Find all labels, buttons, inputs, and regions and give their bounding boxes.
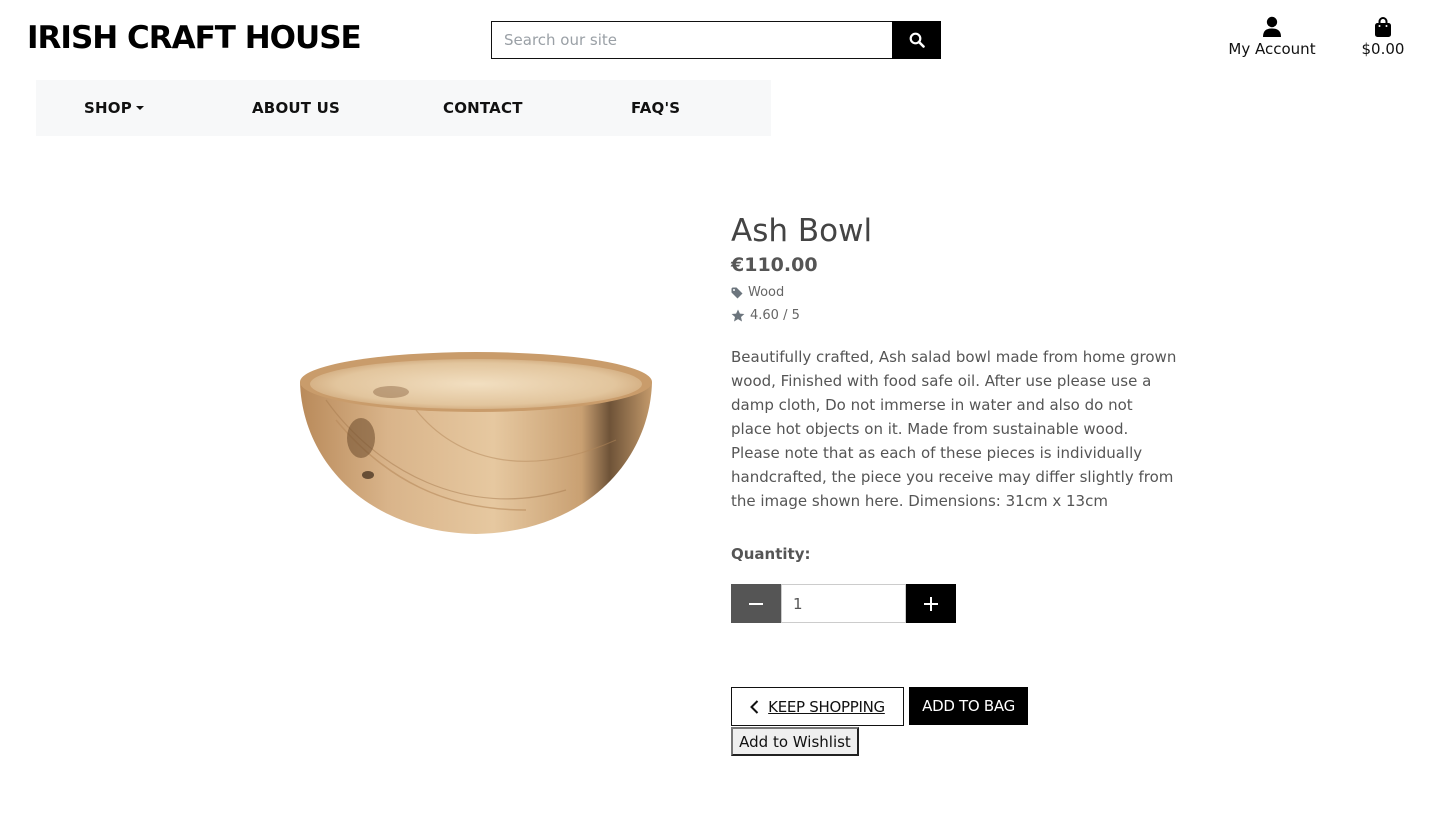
product-title: Ash Bowl xyxy=(731,213,873,249)
nav-faqs[interactable]: FAQ'S xyxy=(631,80,680,136)
decrement-qty-button[interactable] xyxy=(731,584,781,623)
keep-shopping-label: KEEP SHOPPING xyxy=(768,697,885,716)
product-category[interactable]: Wood xyxy=(731,284,1181,301)
search-form xyxy=(491,21,941,59)
my-account-link[interactable]: My Account xyxy=(1222,16,1322,58)
quantity-label: Quantity: xyxy=(731,545,811,563)
keep-shopping-button[interactable]: KEEP SHOPPING xyxy=(731,687,904,726)
product-details: Ash Bowl €110.00 Wood 4.60 / 5 Beautiful… xyxy=(731,210,1181,513)
add-to-bag-button[interactable]: ADD TO BAG xyxy=(909,687,1028,725)
product-description: Beautifully crafted, Ash salad bowl made… xyxy=(731,348,1177,510)
plus-icon xyxy=(924,596,938,611)
minus-icon xyxy=(749,602,763,605)
product-image xyxy=(300,352,652,534)
chevron-left-icon xyxy=(750,699,759,714)
cart-total: $0.00 xyxy=(1361,40,1405,58)
product-price: €110.00 xyxy=(731,254,818,276)
quantity-stepper xyxy=(731,584,956,623)
user-icon xyxy=(1263,16,1281,37)
shopping-bag-link[interactable]: $0.00 xyxy=(1355,16,1411,58)
nav-about-us[interactable]: ABOUT US xyxy=(252,80,340,136)
star-icon xyxy=(731,309,745,322)
search-icon xyxy=(909,32,925,48)
rating-value: 4.60 / 5 xyxy=(750,308,800,323)
quantity-input[interactable] xyxy=(781,584,906,623)
my-account-label: My Account xyxy=(1228,40,1316,58)
search-input[interactable] xyxy=(491,21,892,59)
add-to-wishlist-button[interactable]: Add to Wishlist xyxy=(731,727,859,756)
search-button[interactable] xyxy=(892,21,941,59)
nav-contact[interactable]: CONTACT xyxy=(443,80,523,136)
shopping-bag-icon xyxy=(1375,17,1391,37)
tag-icon xyxy=(731,287,743,298)
nav-shop-dropdown[interactable]: SHOP xyxy=(84,80,144,136)
increment-qty-button[interactable] xyxy=(906,584,956,623)
site-logo[interactable]: IRISH CRAFT HOUSE xyxy=(27,20,362,56)
caret-down-icon xyxy=(135,105,144,110)
nav-shop-label: SHOP xyxy=(84,99,132,117)
category-label: Wood xyxy=(748,285,785,300)
product-rating: 4.60 / 5 xyxy=(731,307,1181,324)
main-navbar: SHOP ABOUT US CONTACT FAQ'S xyxy=(36,80,771,136)
